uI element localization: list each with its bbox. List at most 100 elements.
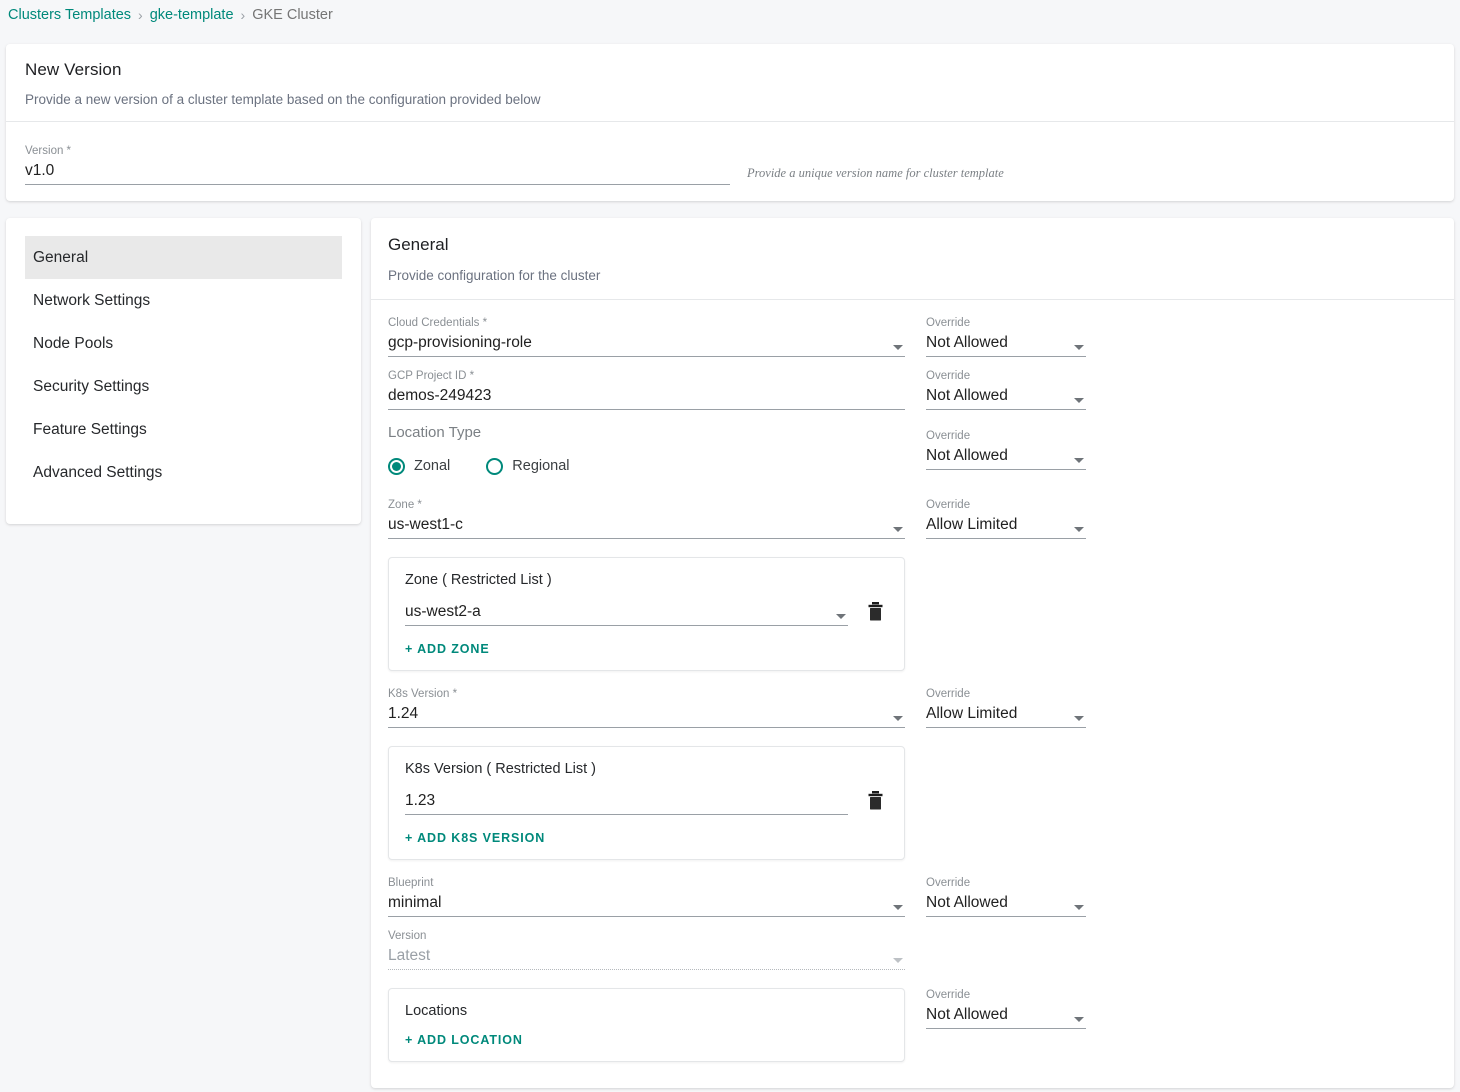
sidebar-item-label: Network Settings [33,291,151,309]
chevron-down-icon[interactable] [893,527,903,532]
blueprint-version-field: Version Latest [388,929,905,970]
override-underline [926,916,1086,917]
override-cloud-credentials-value[interactable]: Not Allowed [926,330,1086,356]
add-location-button[interactable]: + ADD LOCATION [405,1033,523,1047]
k8s-version-label: K8s Version * [388,688,458,700]
chevron-down-icon[interactable] [893,905,903,910]
chevron-down-icon[interactable] [893,345,903,350]
general-settings-panel: General Provide configuration for the cl… [371,218,1454,1088]
settings-nav-sidebar: General Network Settings Node Pools Secu… [6,218,361,524]
k8s-version-value[interactable]: 1.24 [388,701,905,727]
override-gcp-project-id-field[interactable]: Override Not Allowed [926,369,1086,410]
override-blueprint-value[interactable]: Not Allowed [926,890,1086,916]
location-type-group: Location Type Zonal Regional [388,424,905,481]
cloud-credentials-value[interactable]: gcp-provisioning-role [388,330,905,356]
locations-title: Locations [405,1003,468,1019]
override-cloud-credentials-field[interactable]: Override Not Allowed [926,316,1086,357]
sidebar-item-label: Advanced Settings [33,463,163,481]
zone-label: Zone * [388,499,422,511]
override-location-type-field[interactable]: Override Not Allowed [926,429,1086,470]
override-underline [926,1028,1086,1029]
chevron-down-icon[interactable] [1074,458,1084,463]
sidebar-item-label: Security Settings [33,377,150,395]
new-version-card: New Version Provide a new version of a c… [6,44,1454,201]
sidebar-item-general[interactable]: General [25,236,342,279]
chevron-down-icon[interactable] [836,614,846,619]
override-label: Override [926,430,971,442]
zone-field[interactable]: Zone * us-west1-c [388,498,905,539]
k8s-restricted-value[interactable]: 1.23 [405,788,848,814]
zone-restricted-value[interactable]: us-west2-a [405,599,848,625]
page-subtitle: Provide configuration for the cluster [388,268,601,283]
new-version-header: New Version Provide a new version of a c… [6,44,1454,121]
k8s-restricted-value-field[interactable]: 1.23 [405,788,848,815]
sidebar-item-node-pools[interactable]: Node Pools [25,322,342,365]
blueprint-version-label: Version [388,930,427,942]
gcp-project-id-field[interactable]: GCP Project ID * demos-249423 [388,369,905,410]
override-locations-value[interactable]: Not Allowed [926,1002,1086,1028]
override-underline [926,356,1086,357]
override-zone-field[interactable]: Override Allow Limited [926,498,1086,539]
override-k8s-version-field[interactable]: Override Allow Limited [926,687,1086,728]
override-label: Override [926,370,971,382]
gcp-project-id-label: GCP Project ID * [388,370,475,382]
breadcrumb: Clusters Templates › gke-template › GKE … [0,0,1460,30]
sidebar-item-network-settings[interactable]: Network Settings [25,279,342,322]
delete-k8s-version-button[interactable] [862,785,888,815]
blueprint-label: Blueprint [388,877,434,889]
blueprint-field[interactable]: Blueprint minimal [388,876,905,917]
override-underline [926,727,1086,728]
version-field-value[interactable]: v1.0 [25,158,730,184]
breadcrumb-item-gke-template[interactable]: gke-template [150,7,234,23]
zone-underline [388,538,905,539]
radio-regional[interactable]: Regional [486,457,570,475]
radio-selected-icon [388,457,405,475]
blueprint-version-underline [388,969,905,970]
chevron-down-icon[interactable] [1074,716,1084,721]
sidebar-item-security-settings[interactable]: Security Settings [25,365,342,408]
blueprint-value[interactable]: minimal [388,890,905,916]
override-locations-field[interactable]: Override Not Allowed [926,988,1086,1029]
sidebar-item-label: Feature Settings [33,420,147,438]
breadcrumb-separator-icon: › [138,7,143,23]
chevron-down-icon[interactable] [1074,527,1084,532]
trash-icon [868,790,882,809]
override-label: Override [926,317,971,329]
k8s-version-underline [388,727,905,728]
zone-restricted-underline [405,625,848,626]
zone-value[interactable]: us-west1-c [388,512,905,538]
version-helper-text: Provide a unique version name for cluste… [747,166,1004,180]
override-gcp-project-id-value[interactable]: Not Allowed [926,383,1086,409]
radio-zonal[interactable]: Zonal [388,457,450,475]
add-k8s-version-button[interactable]: + ADD K8S VERSION [405,831,545,845]
radio-unselected-icon [486,457,504,475]
version-field[interactable]: Version * v1.0 [25,144,730,185]
cloud-credentials-label: Cloud Credentials * [388,317,488,329]
chevron-down-icon[interactable] [1074,345,1084,350]
sidebar-item-feature-settings[interactable]: Feature Settings [25,408,342,451]
chevron-down-icon[interactable] [893,716,903,721]
chevron-down-icon[interactable] [1074,398,1084,403]
zone-restricted-value-field[interactable]: us-west2-a [405,599,848,626]
page-title: General [388,235,449,254]
k8s-version-restricted-list-card: K8s Version ( Restricted List ) 1.23 + A… [388,746,905,860]
k8s-version-field[interactable]: K8s Version * 1.24 [388,687,905,728]
breadcrumb-item-clusters-templates[interactable]: Clusters Templates [8,7,131,23]
trash-icon [868,601,882,620]
override-underline [926,538,1086,539]
sidebar-item-label: General [33,248,89,266]
chevron-down-icon[interactable] [1074,905,1084,910]
gcp-project-id-value[interactable]: demos-249423 [388,383,905,409]
add-zone-button[interactable]: + ADD ZONE [405,642,490,656]
delete-zone-button[interactable] [862,596,888,626]
general-panel-header: General Provide configuration for the cl… [371,218,1454,299]
override-location-type-value[interactable]: Not Allowed [926,443,1086,469]
sidebar-item-advanced-settings[interactable]: Advanced Settings [25,451,342,494]
override-k8s-version-value[interactable]: Allow Limited [926,701,1086,727]
chevron-down-icon[interactable] [1074,1017,1084,1022]
override-underline [926,409,1086,410]
override-zone-value[interactable]: Allow Limited [926,512,1086,538]
override-blueprint-field[interactable]: Override Not Allowed [926,876,1086,917]
cloud-credentials-field[interactable]: Cloud Credentials * gcp-provisioning-rol… [388,316,905,357]
version-field-underline [25,184,730,185]
